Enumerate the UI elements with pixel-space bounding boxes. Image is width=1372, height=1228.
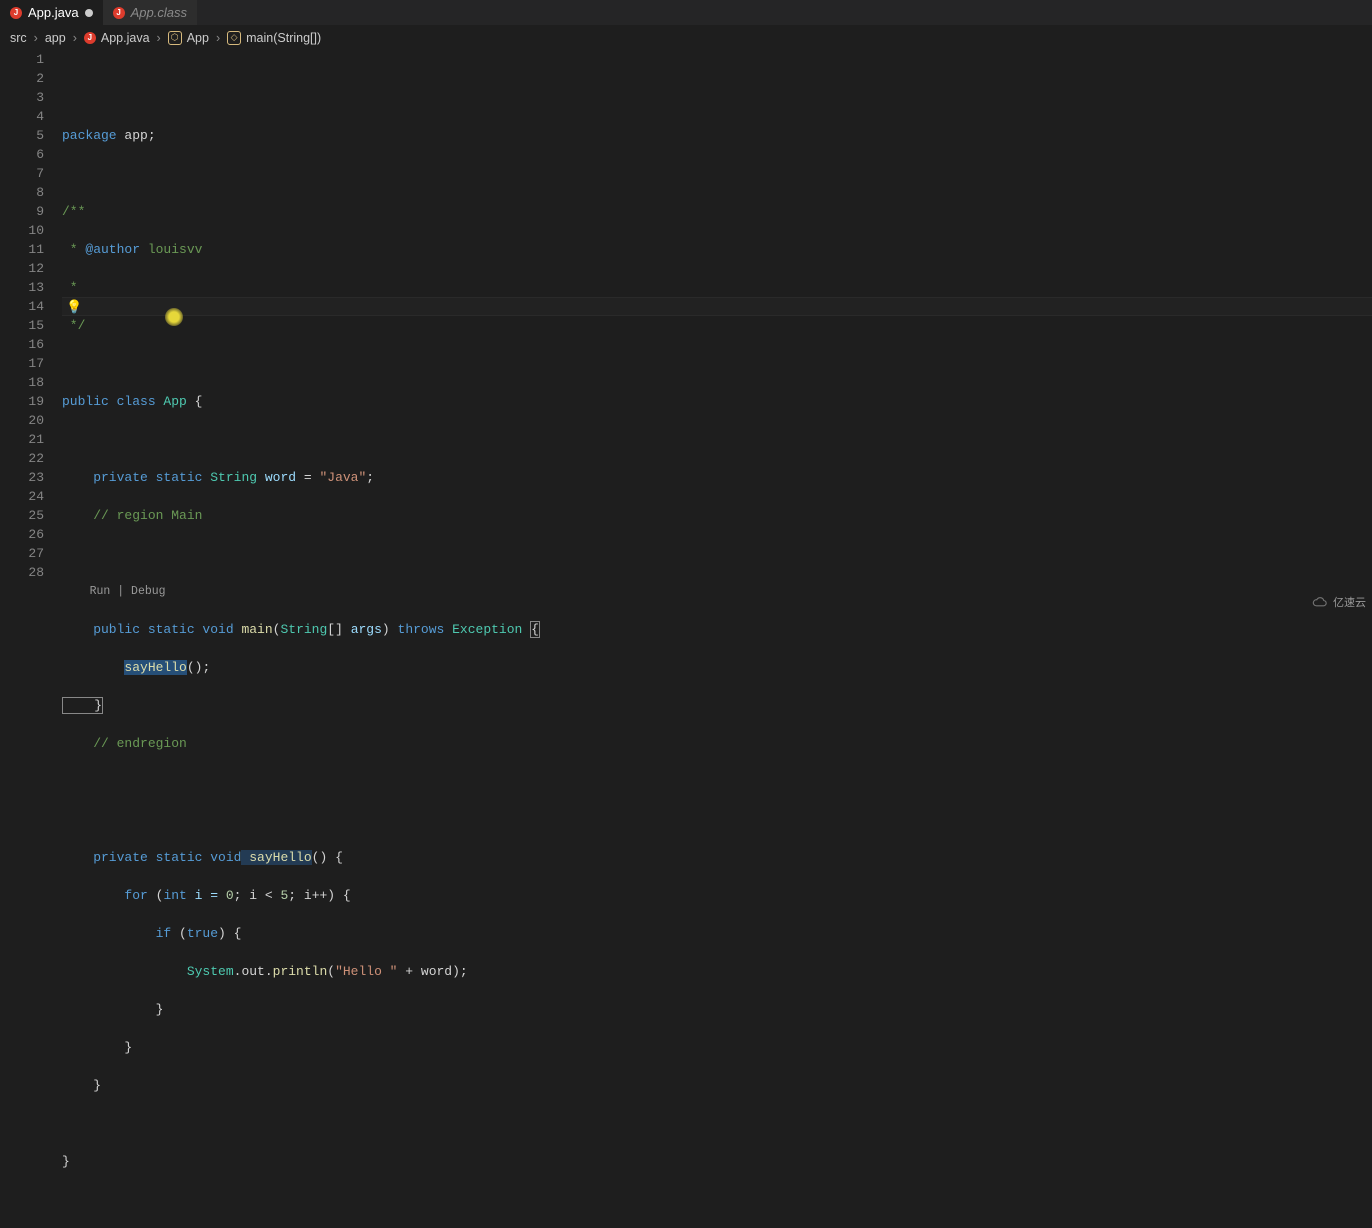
chevron-right-icon: › — [73, 31, 77, 45]
tab-app-java[interactable]: J App.java — [0, 0, 103, 25]
tab-label: App.class — [131, 5, 187, 20]
breadcrumb-file[interactable]: J App.java — [84, 31, 150, 45]
codelens-debug[interactable]: Debug — [131, 585, 166, 598]
breadcrumb-class[interactable]: ⬡ App — [168, 31, 209, 45]
breadcrumb-src[interactable]: src — [10, 31, 27, 45]
chevron-right-icon: › — [216, 31, 220, 45]
tab-bar: J App.java J App.class — [0, 0, 1372, 25]
line-number-gutter: 1 2 3 4 5 6 7 8 9 10 11 12 13 14 15 16 1… — [0, 50, 62, 614]
tab-label: App.java — [28, 5, 79, 20]
class-icon: ⬡ — [168, 31, 182, 45]
lightbulb-icon[interactable]: 💡 — [66, 298, 82, 317]
code-area[interactable]: package app; /** * @author louisvv * */ … — [62, 50, 1372, 614]
tab-app-class[interactable]: J App.class — [103, 0, 197, 25]
cursor-indicator-icon — [165, 308, 183, 326]
breadcrumb: src › app › J App.java › ⬡ App › ◇ main(… — [0, 25, 1372, 50]
java-file-icon: J — [84, 32, 96, 44]
java-file-icon: J — [10, 7, 22, 19]
editor[interactable]: 💡 1 2 3 4 5 6 7 8 9 10 11 12 13 14 15 16… — [0, 50, 1372, 614]
breadcrumb-method[interactable]: ◇ main(String[]) — [227, 31, 321, 45]
method-icon: ◇ — [227, 31, 241, 45]
chevron-right-icon: › — [34, 31, 38, 45]
codelens-run[interactable]: Run — [90, 585, 111, 598]
breadcrumb-app[interactable]: app — [45, 31, 66, 45]
modified-dot-icon — [85, 9, 93, 17]
chevron-right-icon: › — [157, 31, 161, 45]
java-file-icon: J — [113, 7, 125, 19]
